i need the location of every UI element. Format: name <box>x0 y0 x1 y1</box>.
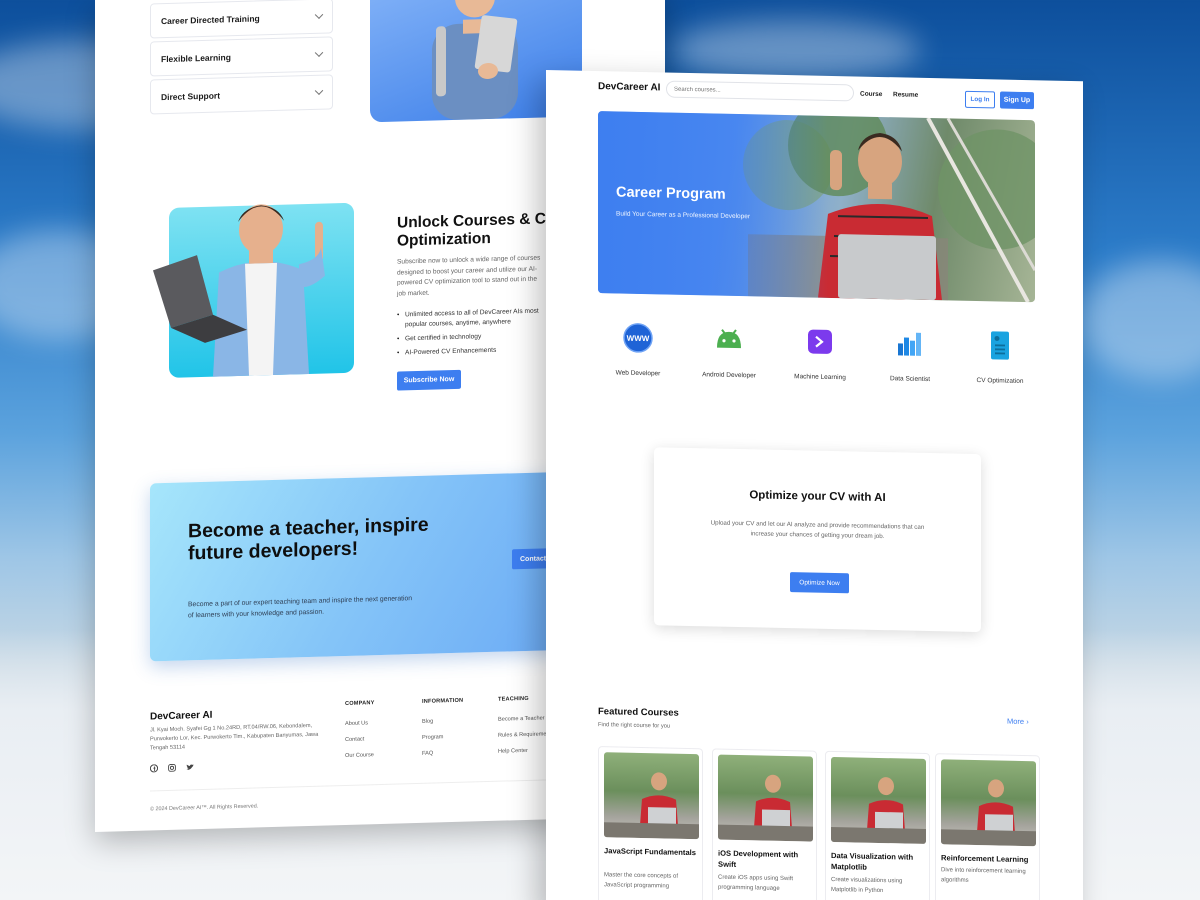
become-teacher-banner: Become a teacher, inspire future develop… <box>150 471 580 662</box>
optimize-title: Optimize your CV with AI <box>749 489 886 505</box>
svg-text:WWW: WWW <box>627 334 650 343</box>
android-icon <box>717 329 741 349</box>
laptop-man-photo <box>153 202 354 378</box>
benefit-item: Unlimited access to all of DevCareer AIs… <box>397 306 552 330</box>
background-cloud <box>670 20 920 80</box>
category-data-scientist[interactable]: Data Scientist <box>870 327 950 387</box>
chevron-down-icon <box>314 86 324 95</box>
accordion-label: Career Directed Training <box>161 12 260 26</box>
course-card-reinforcement-learning[interactable]: Reinforcement Learning Dive into reinfor… <box>935 753 1040 900</box>
footer-column-company: COMPANY About Us Contact Our Course <box>345 700 375 769</box>
category-android-developer[interactable]: Android Developer <box>689 323 769 383</box>
footer-link-blog[interactable]: Blog <box>422 718 463 725</box>
accordion-item-flexible-learning[interactable]: Flexible Learning <box>150 36 333 77</box>
benefit-item: AI-Powered CV Enhancements <box>397 344 552 358</box>
footer-divider <box>150 778 580 792</box>
footer-link-faq[interactable]: FAQ <box>422 750 463 757</box>
course-description: Dive into reinforcement learning algorit… <box>941 867 1026 884</box>
course-photo <box>941 779 1036 847</box>
accordion-item-career-training[interactable]: Career Directed Training <box>150 0 333 39</box>
footer-link-contact[interactable]: Contact <box>345 736 375 743</box>
optimize-cv-card: Optimize your CV with AI Upload your CV … <box>654 447 981 633</box>
bar-chart-icon <box>898 332 921 356</box>
chevron-right-icon: › <box>1026 717 1029 727</box>
unlock-description: Subscribe now to unlock a wide range of … <box>397 254 541 298</box>
course-description: Create iOS apps using Swift programming … <box>718 874 794 892</box>
footer-heading: INFORMATION <box>422 697 464 705</box>
footer-copyright: © 2024 DevCareer AI™. All Rights Reserve… <box>150 803 259 813</box>
www-globe-icon: WWW <box>623 323 653 353</box>
course-title: iOS Development with Swift <box>718 848 799 869</box>
footer-link-program[interactable]: Program <box>422 734 463 741</box>
course-thumbnail <box>718 754 813 842</box>
document-icon <box>991 331 1009 360</box>
course-photo <box>604 772 699 840</box>
career-program-hero: Career Program Build Your Career as a Pr… <box>598 111 1035 303</box>
footer-link-about[interactable]: About Us <box>345 720 375 727</box>
facebook-icon[interactable] <box>149 764 159 773</box>
course-thumbnail <box>941 759 1036 847</box>
accordion-label: Flexible Learning <box>161 51 231 64</box>
course-photo <box>718 774 813 842</box>
nav-course[interactable]: Course <box>860 91 882 98</box>
course-description: Master the core concepts of JavaScript p… <box>604 872 679 890</box>
brand-logo[interactable]: DevCareer AI <box>598 81 660 93</box>
teacher-title: Become a teacher, inspire future develop… <box>188 513 429 565</box>
right-page-mockup: DevCareer AI Course Resume Log In Sign U… <box>546 70 1083 900</box>
teacher-description: Become a part of our expert teaching tea… <box>188 595 413 619</box>
more-link[interactable]: More › <box>1007 717 1029 726</box>
category-label: Data Scientist <box>889 375 931 384</box>
background-cloud <box>1080 260 1200 380</box>
footer-brand: DevCareer AI <box>150 709 213 723</box>
category-machine-learning[interactable]: Machine Learning <box>780 325 860 385</box>
unlock-title: Unlock Courses & CV Optimization <box>397 210 557 250</box>
chevron-down-icon <box>314 10 324 19</box>
signup-button[interactable]: Sign Up <box>1000 91 1034 110</box>
unlock-benefits-list: Unlimited access to all of DevCareer AIs… <box>397 306 552 362</box>
category-label: Web Developer <box>615 369 661 378</box>
course-card-ios-swift[interactable]: iOS Development with Swift Create iOS ap… <box>712 748 817 900</box>
benefit-item: Get certified in technology <box>397 330 552 344</box>
terminal-icon <box>808 329 832 354</box>
course-thumbnail <box>831 756 926 844</box>
featured-courses-subtitle: Find the right course for you <box>598 722 671 730</box>
featured-courses-title: Featured Courses <box>598 706 679 719</box>
course-photo <box>831 777 926 844</box>
category-label: CV Optimization <box>976 377 1024 386</box>
instagram-icon[interactable] <box>168 763 176 772</box>
course-description: Create visualizations using Matplotlib i… <box>831 876 903 894</box>
subscribe-now-button[interactable]: Subscribe Now <box>397 369 461 391</box>
chevron-down-icon <box>314 48 324 57</box>
category-web-developer[interactable]: WWW Web Developer <box>598 321 678 381</box>
optimize-description: Upload your CV and let our AI analyze an… <box>710 519 925 541</box>
man-with-laptop-illustration <box>153 204 325 377</box>
optimize-now-button[interactable]: Optimize Now <box>790 572 849 594</box>
search-input[interactable] <box>666 80 854 102</box>
twitter-glyph <box>186 764 194 770</box>
hero-gradient <box>598 111 828 298</box>
footer-heading: COMPANY <box>345 700 375 708</box>
facebook-glyph <box>149 764 159 773</box>
instagram-glyph <box>168 763 176 772</box>
course-card-javascript[interactable]: JavaScript Fundamentals Master the core … <box>598 746 703 900</box>
footer-address: Jl. Kyai Moch. Syafei Gg 1 No.24RD, RT.0… <box>150 722 319 752</box>
twitter-icon[interactable] <box>186 763 194 771</box>
category-label: Android Developer <box>702 371 756 380</box>
course-title: Reinforcement Learning <box>941 853 1029 865</box>
category-cv-optimization[interactable]: CV Optimization <box>960 329 1040 389</box>
accordion-item-direct-support[interactable]: Direct Support <box>150 74 333 115</box>
course-thumbnail <box>604 752 699 840</box>
nav-resume[interactable]: Resume <box>893 91 918 99</box>
category-label: Machine Learning <box>794 373 846 382</box>
accordion-label: Direct Support <box>161 90 221 102</box>
footer-link-our-course[interactable]: Our Course <box>345 752 375 759</box>
login-button[interactable]: Log In <box>965 90 995 109</box>
footer-column-information: INFORMATION Blog Program FAQ <box>422 698 463 767</box>
more-label: More <box>1007 716 1025 727</box>
course-title: JavaScript Fundamentals <box>604 846 697 858</box>
course-title: Data Visualization with Matplotlib <box>831 850 914 872</box>
hero-title: Career Program <box>616 184 726 203</box>
course-card-data-visualization[interactable]: Data Visualization with Matplotlib Creat… <box>825 750 930 900</box>
